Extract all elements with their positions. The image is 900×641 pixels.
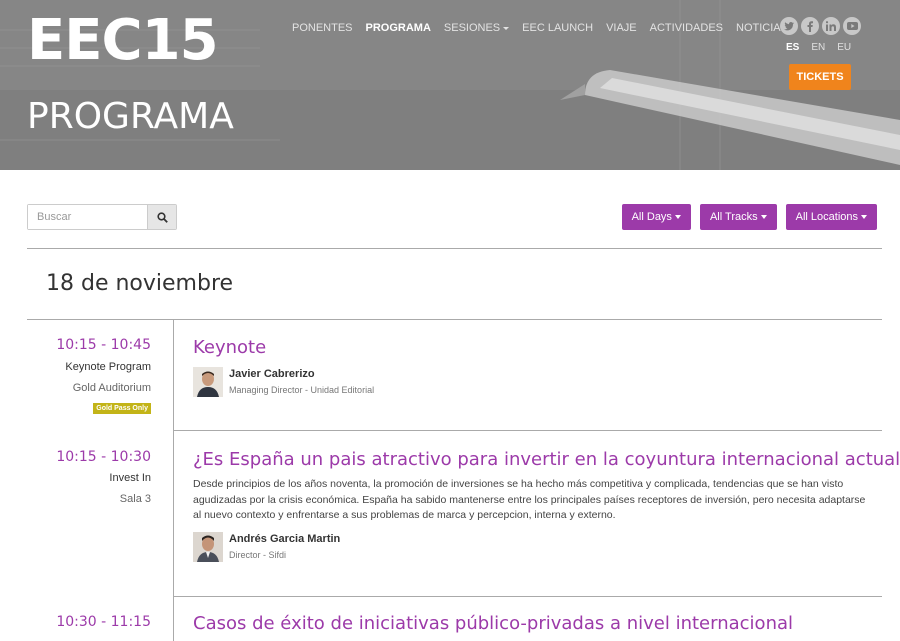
speaker-avatar[interactable] <box>193 367 223 397</box>
nav-programa[interactable]: PROGRAMA <box>366 22 431 34</box>
lang-es[interactable]: ES <box>786 42 799 53</box>
speaker-role: Director - Sifdi <box>229 550 287 560</box>
nav-actividades[interactable]: ACTIVIDADES <box>650 22 723 34</box>
site-logo[interactable]: EEC15 <box>27 10 219 72</box>
nav-viaje[interactable]: VIAJE <box>606 22 637 34</box>
page-title: PROGRAMA <box>27 96 234 137</box>
search-button[interactable] <box>147 205 176 229</box>
nav-sesiones-label: SESIONES <box>443 22 501 34</box>
speaker-avatar[interactable] <box>193 532 223 562</box>
session-track[interactable]: Keynote Program <box>65 361 151 373</box>
language-switcher: ES EN EU <box>786 42 863 53</box>
speaker-role: Managing Director - Unidad Editorial <box>229 385 375 395</box>
speaker-name[interactable]: Javier Cabrerizo <box>229 368 315 380</box>
nav-eec-launch[interactable]: EEC LAUNCH <box>522 22 593 34</box>
lang-eu[interactable]: EU <box>837 42 851 53</box>
twitter-icon[interactable] <box>780 17 798 35</box>
session-time: 10:15 - 10:30 <box>56 449 151 465</box>
nav-ponentes[interactable]: PONENTES <box>292 22 353 34</box>
divider <box>27 319 882 320</box>
chevron-down-icon <box>760 215 767 219</box>
session-time: 10:15 - 10:45 <box>56 337 151 353</box>
avatar-photo <box>193 532 223 562</box>
chevron-down-icon <box>861 215 867 219</box>
social-links <box>780 17 864 35</box>
session-time: 10:30 - 11:15 <box>56 614 151 630</box>
session-track[interactable]: Invest In <box>109 472 151 484</box>
schedule-column-divider <box>173 319 174 641</box>
filter-locations-button[interactable]: All Locations <box>785 204 877 230</box>
session-location: Gold Auditorium <box>72 382 151 394</box>
gold-pass-badge: Gold Pass Only <box>93 403 151 414</box>
filter-bar: All Days All Tracks All Locations <box>613 204 877 230</box>
session-title[interactable]: Casos de éxito de iniciativas público-pr… <box>193 613 793 634</box>
session-location: Sala 3 <box>119 493 151 505</box>
search-icon <box>156 211 168 223</box>
youtube-icon[interactable] <box>843 17 861 35</box>
filter-locations-label: All Locations <box>795 211 858 223</box>
lang-en[interactable]: EN <box>811 42 825 53</box>
avatar-photo <box>193 367 223 397</box>
search-input[interactable] <box>28 205 147 229</box>
session-divider <box>173 596 882 597</box>
filter-days-button[interactable]: All Days <box>621 204 691 230</box>
day-heading: 18 de noviembre <box>46 271 234 296</box>
filter-tracks-button[interactable]: All Tracks <box>699 204 777 230</box>
speaker-name[interactable]: Andrés Garcia Martin <box>229 533 340 545</box>
divider <box>27 248 882 249</box>
filter-days-label: All Days <box>631 211 672 223</box>
linkedin-icon[interactable] <box>822 17 840 35</box>
tickets-button[interactable]: TICKETS <box>789 64 851 90</box>
nav-sesiones[interactable]: SESIONES <box>443 22 510 34</box>
session-description: Desde principios de los años noventa, la… <box>193 478 866 521</box>
session-title[interactable]: ¿Es España un pais atractivo para invert… <box>193 449 900 470</box>
session-title[interactable]: Keynote <box>193 337 266 358</box>
hero-banner: EEC15 PROGRAMA PONENTES PROGRAMA SESIONE… <box>0 0 900 170</box>
session-divider <box>173 430 882 431</box>
filter-tracks-label: All Tracks <box>709 211 758 223</box>
main-nav: PONENTES PROGRAMA SESIONES EEC LAUNCH VI… <box>292 22 801 34</box>
search-box <box>27 204 177 230</box>
chevron-down-icon <box>503 26 510 30</box>
facebook-icon[interactable] <box>801 17 819 35</box>
chevron-down-icon <box>674 215 681 219</box>
